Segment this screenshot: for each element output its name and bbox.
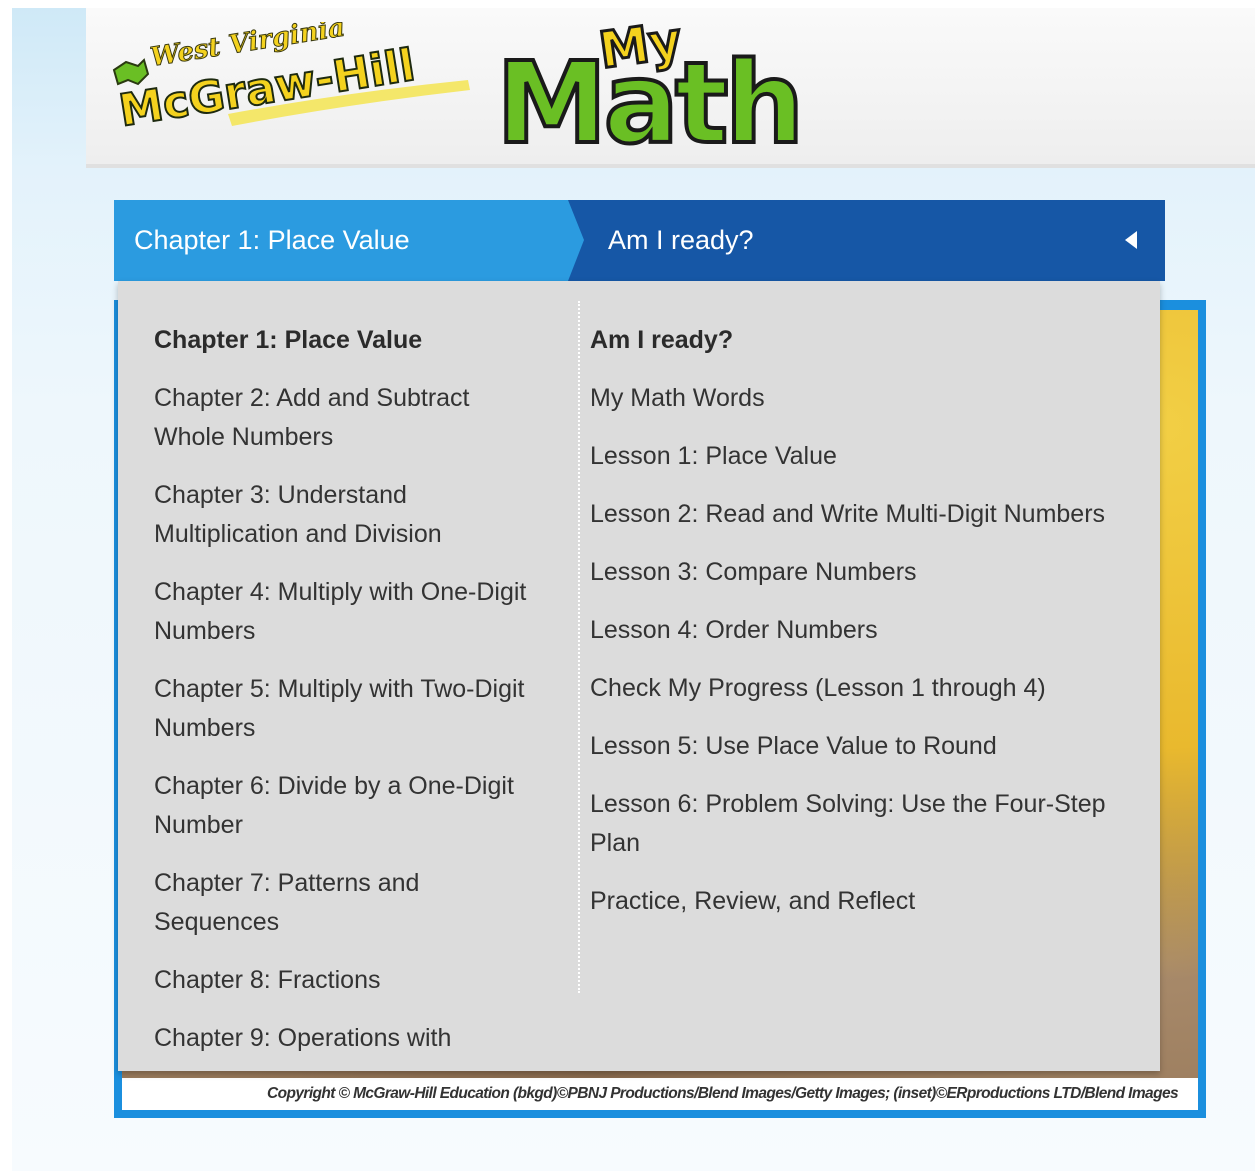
chapter-selector-label: Chapter 1: Place Value: [134, 225, 410, 255]
my-math-logo: My Math: [494, 10, 806, 160]
lesson-item[interactable]: Lesson 6: Problem Solving: Use the Four-…: [590, 785, 1130, 863]
chapter-lesson-dropdown: Chapter 1: Place Value Chapter 2: Add an…: [118, 281, 1160, 1071]
chapter-nav-bar: Chapter 1: Place Value Am I ready?: [114, 200, 1165, 281]
chapter-item[interactable]: Chapter 1: Place Value: [154, 321, 544, 360]
lesson-item[interactable]: Lesson 3: Compare Numbers: [590, 553, 1130, 592]
lesson-item[interactable]: Lesson 1: Place Value: [590, 437, 1130, 476]
lesson-item[interactable]: Lesson 2: Read and Write Multi-Digit Num…: [590, 495, 1130, 534]
lesson-item[interactable]: Practice, Review, and Reflect: [590, 882, 1130, 921]
chapter-item[interactable]: Chapter 7: Patterns and Sequences: [154, 864, 544, 942]
lesson-item[interactable]: My Math Words: [590, 379, 1130, 418]
column-divider: [578, 301, 580, 993]
lesson-selector-label[interactable]: Am I ready?: [608, 200, 754, 281]
chapter-selector[interactable]: Chapter 1: Place Value: [114, 200, 584, 281]
product-math: Math: [496, 39, 800, 160]
chapter-item[interactable]: Chapter 4: Multiply with One-Digit Numbe…: [154, 573, 544, 651]
lesson-list: Am I ready? My Math Words Lesson 1: Plac…: [590, 321, 1130, 940]
caret-left-icon[interactable]: [1125, 231, 1137, 249]
lesson-item[interactable]: Lesson 4: Order Numbers: [590, 611, 1130, 650]
chapter-list: Chapter 1: Place Value Chapter 2: Add an…: [154, 321, 544, 1071]
lesson-item[interactable]: Check My Progress (Lesson 1 through 4): [590, 669, 1130, 708]
state-outline-icon: [112, 58, 150, 86]
chapter-item[interactable]: Chapter 6: Divide by a One-Digit Number: [154, 767, 544, 845]
chapter-item[interactable]: Chapter 8: Fractions: [154, 961, 544, 1000]
copyright-text: Copyright © McGraw-Hill Education (bkgd)…: [122, 1078, 1198, 1110]
lesson-item[interactable]: Lesson 5: Use Place Value to Round: [590, 727, 1130, 766]
chapter-item[interactable]: Chapter 5: Multiply with Two-Digit Numbe…: [154, 670, 544, 748]
lesson-item[interactable]: Am I ready?: [590, 321, 1130, 360]
chapter-item[interactable]: Chapter 2: Add and Subtract Whole Number…: [154, 379, 544, 457]
chapter-item[interactable]: Chapter 9: Operations with: [154, 1019, 544, 1058]
mcgraw-hill-logo: West Virginia McGraw-Hill: [112, 22, 470, 138]
chapter-item[interactable]: Chapter 3: Understand Multiplication and…: [154, 476, 544, 554]
